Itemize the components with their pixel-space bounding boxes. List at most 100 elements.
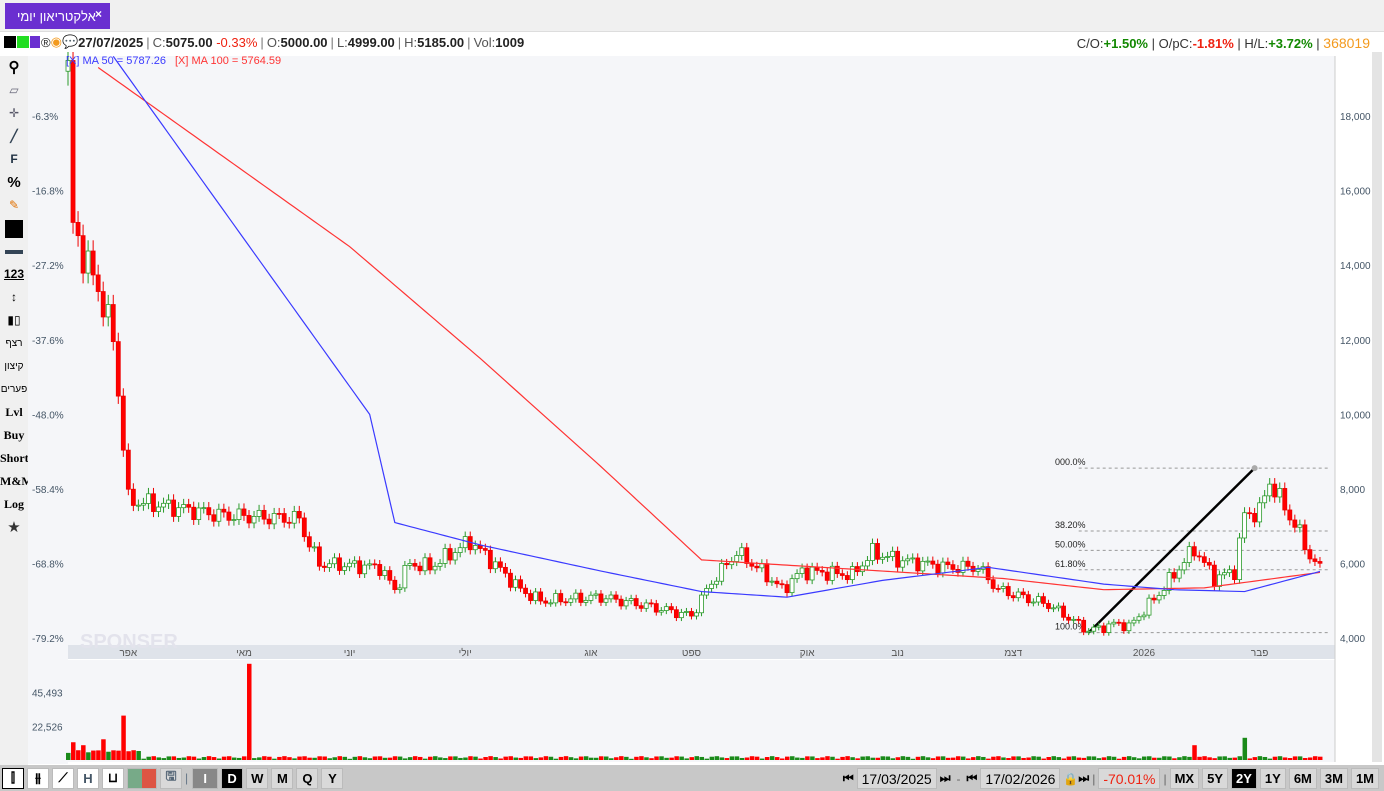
registered-icon[interactable]: ® — [41, 35, 51, 50]
close-value: 5075.00 — [165, 34, 213, 50]
range-2y[interactable]: 2Y — [1231, 768, 1257, 789]
volume-tick-label: 45,493 — [32, 689, 63, 700]
period-monthly[interactable]: M — [271, 767, 294, 789]
ma50-legend: [X] MA 50 = 5787.26 — [66, 55, 166, 67]
candles-icon[interactable]: ▮▯ — [0, 309, 28, 332]
vertical-arrow-icon[interactable]: ↕ — [0, 286, 28, 309]
chart-tab[interactable]: אלקטריאון יומי × — [5, 3, 110, 29]
candle-body — [689, 611, 694, 617]
range-3m[interactable]: 3M — [1319, 768, 1348, 789]
range-6m[interactable]: 6M — [1288, 768, 1317, 789]
kitzon-button[interactable]: קיצון — [0, 355, 28, 378]
draw-tool-icon[interactable] — [4, 36, 16, 48]
color-picker[interactable] — [0, 217, 28, 240]
volume-bar — [1197, 756, 1202, 760]
target-icon[interactable]: ◉ — [51, 34, 62, 50]
volume-bar — [302, 756, 307, 760]
volume-bar — [558, 756, 564, 760]
candle-body — [357, 560, 363, 575]
end-first-icon[interactable]: ⏮ — [967, 771, 978, 786]
buy-button[interactable]: Buy — [0, 424, 28, 447]
month-label: נוב — [891, 648, 904, 659]
start-date[interactable]: 17/03/2025 — [856, 768, 937, 789]
short-button[interactable]: Short — [0, 447, 29, 470]
tab-title: אלקטריאון יומי — [17, 8, 96, 24]
close-tab-icon[interactable]: × — [95, 7, 102, 21]
measure-tool[interactable]: 123 — [0, 263, 28, 286]
line-icon[interactable]: ╱ — [0, 125, 28, 148]
line-chart-button[interactable]: ⟋ — [52, 767, 74, 789]
candle-body — [553, 593, 559, 604]
volume-bar — [719, 757, 725, 760]
period-quarterly[interactable]: Q — [296, 767, 319, 789]
vol-value: 1009 — [495, 34, 525, 50]
volume-bar — [1136, 758, 1142, 760]
pct-tick-label: -48.0% — [32, 410, 64, 421]
share-icon[interactable] — [17, 36, 29, 48]
gaps-button[interactable]: פערים — [0, 378, 28, 401]
volume-bar — [287, 757, 292, 760]
volume-bar — [181, 757, 187, 760]
bar-chart-button[interactable]: ⊔ — [102, 767, 124, 789]
volume-bar — [307, 757, 312, 760]
volume-bar — [76, 750, 81, 760]
candles-chart-button[interactable]: ⫿ — [2, 767, 24, 789]
volume-bar — [1192, 745, 1197, 760]
candle-body — [276, 513, 282, 515]
log-button[interactable]: Log — [0, 493, 28, 516]
period-daily[interactable]: D — [221, 767, 244, 789]
candle-body — [166, 499, 171, 504]
range-1m[interactable]: 1M — [1350, 768, 1379, 789]
rezef-button[interactable]: רצף — [0, 332, 28, 355]
candle-body — [271, 513, 277, 525]
line-width-icon[interactable] — [0, 240, 28, 263]
price-chart[interactable]: 18,000 -6.3% 16,000 -16.8% 14,000 -27.2% 12,00… — [28, 52, 1384, 764]
candle-body — [125, 449, 131, 490]
period-yearly[interactable]: Y — [321, 767, 344, 789]
mm-button[interactable]: M&M — [0, 470, 33, 493]
fibonacci-tool[interactable]: F — [0, 148, 28, 171]
candle-body — [839, 573, 845, 576]
open-value: 5000.00 — [280, 34, 328, 50]
crosshair-icon[interactable]: ✛ — [0, 102, 28, 125]
lock-icon[interactable]: 🔒 — [1063, 772, 1078, 786]
volume-bar — [724, 758, 730, 760]
range-5y[interactable]: 5Y — [1202, 768, 1228, 789]
start-next-icon[interactable]: ⏭ — [940, 771, 951, 786]
comment-icon[interactable]: 💬 — [62, 34, 78, 50]
volume-bar — [749, 756, 755, 760]
candle-body — [910, 557, 916, 560]
edit-icon[interactable]: ✎ — [0, 194, 28, 217]
range-mx[interactable]: MX — [1169, 768, 1200, 789]
save-icon[interactable]: 🖫 — [160, 767, 182, 789]
volume-bar — [785, 756, 790, 760]
hl-chart-button[interactable]: H — [77, 767, 99, 789]
candle-body — [834, 565, 840, 575]
volume-bar — [417, 756, 423, 760]
range-1y[interactable]: 1Y — [1259, 768, 1286, 789]
candle-body — [1156, 595, 1162, 601]
eraser-icon[interactable]: ▱ — [0, 79, 28, 102]
lvl-button[interactable]: Lvl — [0, 401, 28, 424]
candle-body — [1237, 537, 1242, 580]
period-weekly[interactable]: W — [246, 767, 269, 789]
candle-body — [1292, 519, 1298, 528]
volume-bar — [141, 758, 146, 760]
candle-body — [995, 588, 1001, 590]
star-icon[interactable]: ★ — [0, 516, 28, 539]
end-date[interactable]: 17/02/2026 — [980, 768, 1061, 789]
candle-body — [322, 565, 327, 568]
volume-bar — [443, 758, 448, 760]
color-candles-button[interactable] — [127, 767, 157, 789]
period-intraday[interactable]: I — [192, 767, 219, 789]
candle-body — [311, 546, 317, 549]
volume-bar — [402, 758, 408, 760]
start-first-icon[interactable]: ⏮ — [843, 771, 854, 786]
end-next-icon[interactable]: ⏭ — [1078, 771, 1089, 786]
ohlc-chart-button[interactable]: ⫵ — [27, 767, 49, 789]
percent-tool[interactable]: % — [0, 171, 28, 194]
search-icon[interactable]: ⚲ — [0, 56, 28, 79]
month-label: 2026 — [1133, 648, 1156, 659]
excel-icon[interactable] — [30, 36, 40, 48]
volume-pane — [68, 660, 1335, 762]
